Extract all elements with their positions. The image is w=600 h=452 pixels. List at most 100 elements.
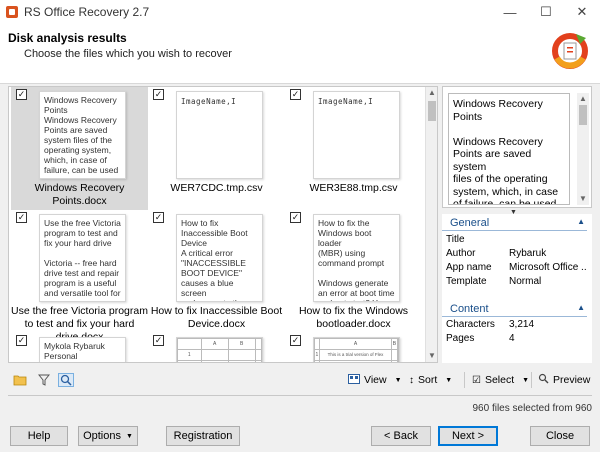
file-checkbox[interactable]: ✓ <box>290 89 301 100</box>
file-tile[interactable]: ✓ Mykola Rybaruk Personal information: <box>11 333 148 362</box>
sort-label: Sort <box>418 374 438 386</box>
preview-scroll-down-icon[interactable]: ▼ <box>577 193 589 205</box>
property-value: 3,214 <box>509 319 535 330</box>
sheet-cell <box>254 338 262 350</box>
sheet-cell <box>200 349 229 361</box>
file-checkbox[interactable]: ✓ <box>290 335 301 346</box>
content-section-label: Content <box>450 303 489 315</box>
file-tile[interactable]: ✓ How to fix the Windows boot loader (MBR… <box>285 210 422 333</box>
file-checkbox[interactable]: ✓ <box>153 212 164 223</box>
wizard-header: Disk analysis results Choose the files w… <box>0 24 600 84</box>
file-thumbnail[interactable]: How to fix the Windows boot loader (MBR)… <box>313 214 400 302</box>
preview-scroll-thumb[interactable] <box>579 105 587 125</box>
folder-icon[interactable] <box>12 373 28 387</box>
file-checkbox[interactable]: ✓ <box>153 89 164 100</box>
next-button[interactable]: Next > <box>438 426 498 446</box>
file-checkbox[interactable]: ✓ <box>153 335 164 346</box>
preview-icon <box>538 373 549 387</box>
properties-panel: General ▲ Title Author Rybaruk App name … <box>442 214 592 363</box>
sheet-cell <box>318 360 393 362</box>
file-thumbnail[interactable]: Use the free Victoria program to test an… <box>39 214 126 302</box>
property-key: Characters <box>446 319 495 330</box>
property-value: Microsoft Office ... <box>509 262 587 273</box>
sheet-cell <box>177 338 202 350</box>
preview-label: Preview <box>553 374 591 386</box>
property-row: Characters 3,214 <box>446 319 591 332</box>
sheet-cell: A <box>200 338 229 350</box>
file-checkbox[interactable]: ✓ <box>290 212 301 223</box>
select-dropdown-icon: ▼ <box>522 376 530 384</box>
scroll-down-icon[interactable]: ▼ <box>426 350 437 362</box>
file-thumbnail[interactable]: ImageName,I <box>176 91 263 179</box>
property-value: Normal <box>509 276 542 287</box>
sheet-cell: 2 <box>177 360 202 362</box>
file-name: WER7CDC.tmp.csv <box>170 182 263 194</box>
select-button[interactable]: ☑ Select ▼ <box>472 371 529 389</box>
file-tile[interactable]: ✓ How to fix Inaccessible Boot Device A c… <box>148 210 285 333</box>
divider <box>8 395 592 396</box>
file-checkbox[interactable]: ✓ <box>16 89 27 100</box>
property-key: App name <box>446 262 492 273</box>
close-window-button[interactable]: ✕ <box>564 0 600 24</box>
file-grid[interactable]: ▲ ▼ ✓ Windows Recovery Points Windows Rec… <box>8 86 438 363</box>
file-name: Windows Recovery Points.docx <box>34 182 125 207</box>
registration-button[interactable]: Registration <box>166 426 240 446</box>
property-value: 4 <box>509 333 515 344</box>
file-tile[interactable]: ✓ AB 12 <box>148 333 285 362</box>
sheet-cell: 1 <box>177 349 202 361</box>
file-tile[interactable]: ✓ Use the free Victoria program to test a… <box>11 210 148 343</box>
sort-icon: ↕ <box>409 374 414 386</box>
file-thumbnail[interactable]: ImageName,I <box>313 91 400 179</box>
file-checkbox[interactable]: ✓ <box>16 212 27 223</box>
sheet-cell <box>396 349 399 361</box>
preview-button[interactable]: Preview <box>538 371 590 389</box>
close-button[interactable]: Close <box>530 426 590 446</box>
sheet-cell <box>396 338 399 350</box>
file-thumbnail[interactable]: AB1This is a trial version of Flex2 <box>313 337 400 362</box>
file-tile[interactable]: ✓ Windows Recovery Points Windows Recover… <box>11 87 148 210</box>
select-label: Select <box>484 374 515 386</box>
collapse-content-icon[interactable]: ▲ <box>577 303 585 312</box>
sheet-cell <box>200 360 229 362</box>
filter-icon[interactable] <box>36 373 52 387</box>
maximize-button[interactable]: ☐ <box>528 0 564 24</box>
general-section-header[interactable]: General ▲ <box>442 217 587 231</box>
file-name: How to fix the Windows bootloader.docx <box>298 305 409 330</box>
collapse-general-icon[interactable]: ▲ <box>577 217 585 226</box>
options-label: Options <box>83 430 121 442</box>
property-row: Title <box>446 234 591 247</box>
back-button[interactable]: < Back <box>371 426 431 446</box>
view-button[interactable]: View ▼ <box>348 371 402 389</box>
help-button[interactable]: Help <box>10 426 68 446</box>
general-section-label: General <box>450 217 490 229</box>
sheet-cell <box>396 360 399 362</box>
sheet-cell: B <box>227 338 256 350</box>
file-checkbox[interactable]: ✓ <box>16 335 27 346</box>
sort-dropdown-icon: ▼ <box>445 376 453 384</box>
property-row: Author Rybaruk <box>446 248 591 261</box>
file-thumbnail[interactable]: AB 12 <box>176 337 263 362</box>
minimize-button[interactable]: — <box>492 0 528 24</box>
search-icon[interactable] <box>58 373 74 387</box>
product-logo-icon <box>552 33 588 69</box>
preview-scroll-up-icon[interactable]: ▲ <box>577 93 589 105</box>
file-thumbnail[interactable]: Mykola Rybaruk Personal information: <box>39 337 126 362</box>
scroll-thumb[interactable] <box>428 101 436 121</box>
property-row: Template Normal <box>446 276 591 289</box>
file-grid-scrollbar[interactable]: ▲ ▼ <box>425 87 437 362</box>
scroll-up-icon[interactable]: ▲ <box>426 87 437 99</box>
app-icon <box>6 6 18 18</box>
sort-button[interactable]: ↕ Sort ▼ <box>409 371 452 389</box>
file-tile[interactable]: ✓ ImageName,I WER7CDC.tmp.csv <box>148 87 285 210</box>
file-thumbnail[interactable]: How to fix Inaccessible Boot Device A cr… <box>176 214 263 302</box>
options-button[interactable]: Options ▼ <box>78 426 138 446</box>
property-key: Template <box>446 276 487 287</box>
file-tile[interactable]: ✓ ImageName,I WER3E88.tmp.csv <box>285 87 422 210</box>
title-bar: RS Office Recovery 2.7 — ☐ ✕ <box>0 0 600 24</box>
file-thumbnail[interactable]: Windows Recovery Points Windows Recovery… <box>39 91 126 179</box>
file-name: WER3E88.tmp.csv <box>309 182 398 194</box>
preview-scrollbar[interactable]: ▲ ▼ <box>577 93 589 205</box>
content-section-header[interactable]: Content ▲ <box>442 303 587 317</box>
property-key: Pages <box>446 333 475 344</box>
file-tile[interactable]: ✓ AB1This is a trial version of Flex2 <box>285 333 422 362</box>
